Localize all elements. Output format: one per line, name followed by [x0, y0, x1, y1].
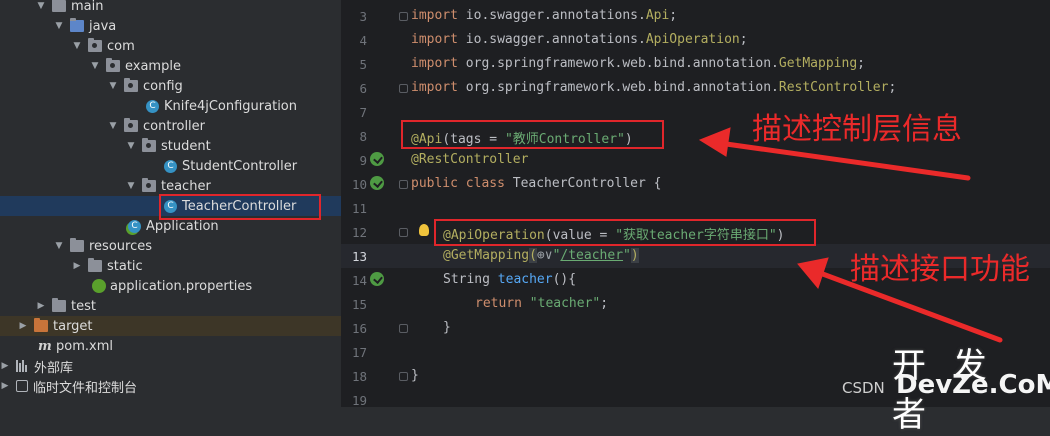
arrow-head	[797, 257, 829, 290]
arrow-head	[698, 127, 731, 157]
watermark-csdn: CSDN	[842, 379, 885, 397]
annotation-api-note: 描述接口功能	[850, 252, 1030, 287]
watermark-site: DevZe.CoM	[896, 370, 1050, 400]
annotation-controller-note: 描述控制层信息	[752, 112, 962, 147]
